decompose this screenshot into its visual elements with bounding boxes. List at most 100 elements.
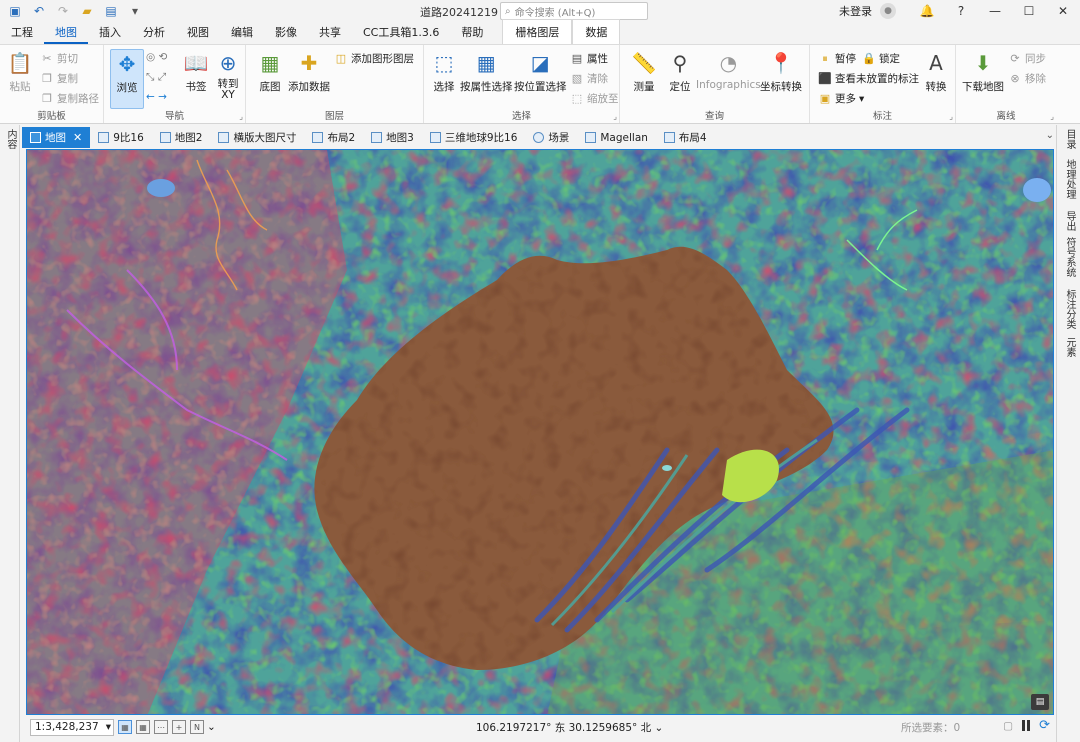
select-button[interactable]: ⬚ 选择	[430, 49, 458, 94]
open-folder-icon[interactable]: ▰	[76, 1, 98, 21]
chevron-down-icon[interactable]: ⌄	[654, 722, 663, 734]
unplaced-label-icon: ⬛	[818, 72, 832, 85]
bookmarks-button[interactable]: 📖 书签	[182, 49, 210, 94]
sign-in-status[interactable]: 未登录	[839, 3, 872, 19]
avatar[interactable]: ●	[880, 3, 896, 19]
north-arrow-icon[interactable]: N	[190, 720, 204, 734]
remove-button[interactable]: ⊗ 移除	[1008, 71, 1046, 86]
map-units-icon[interactable]: ▦	[118, 720, 132, 734]
coordinate-icon: 📍	[768, 51, 794, 75]
select-by-attributes-button[interactable]: ▦ 按属性选择	[460, 49, 513, 94]
add-data-button[interactable]: ✚ 添加数据	[288, 49, 330, 94]
scale-selector[interactable]: 1:3,428,237 ▾	[30, 718, 114, 736]
more-labeling-button[interactable]: ▣ 更多 ▾	[818, 91, 864, 106]
explore-button[interactable]: ✥ 浏览	[110, 49, 144, 109]
close-button[interactable]: ✕	[1046, 0, 1080, 22]
contents-pane-collapsed[interactable]: 内容	[0, 125, 20, 742]
previous-extent-icon[interactable]: ← →	[146, 91, 167, 103]
refresh-icon[interactable]: ⟳	[1039, 718, 1050, 733]
attributes-button[interactable]: ▤ 属性	[570, 51, 608, 66]
tab-magellan[interactable]: Magellan	[577, 127, 656, 148]
menu-project[interactable]: 工程	[0, 24, 44, 44]
coordinate-conversion-button[interactable]: 📍 坐标转换	[760, 49, 802, 94]
menu-share[interactable]: 共享	[308, 24, 352, 44]
dialog-launcher-icon[interactable]: ⌟	[613, 112, 617, 121]
menu-imagery[interactable]: 影像	[264, 24, 308, 44]
tab-landscape-size[interactable]: 横版大图尺寸	[210, 127, 304, 148]
menu-view[interactable]: 视图	[176, 24, 220, 44]
inquiry-group: 📏 测量 ⚲ 定位 ◔ Infographics 📍 坐标转换 查询	[620, 45, 810, 123]
tab-layout4[interactable]: 布局4	[656, 127, 715, 148]
tab-9x16[interactable]: 9比16	[90, 127, 152, 148]
undo-icon[interactable]: ↶	[28, 1, 50, 21]
full-extent-icon[interactable]: ◎ ⟲	[146, 51, 167, 63]
zoom-to-button[interactable]: ⬚ 缩放至	[570, 91, 619, 106]
menu-raster-layer[interactable]: 栅格图层	[502, 19, 573, 44]
tab-layout2[interactable]: 布局2	[304, 127, 363, 148]
pause-labels-button[interactable]: ⏸ 暂停	[818, 51, 856, 66]
save-icon[interactable]: ▤	[100, 1, 122, 21]
chevron-down-icon: ▾	[105, 721, 111, 733]
maximize-button[interactable]: ☐	[1012, 0, 1046, 22]
tab-map[interactable]: 地图 ✕	[22, 127, 91, 148]
binoculars-icon: ⚲	[672, 51, 688, 75]
clear-button[interactable]: ▧ 清除	[570, 71, 608, 86]
paste-button[interactable]: 📋 粘贴	[6, 49, 34, 94]
copy-button[interactable]: ❐ 复制	[40, 71, 78, 86]
menu-edit[interactable]: 编辑	[220, 24, 264, 44]
dialog-launcher-icon[interactable]: ⌟	[949, 112, 953, 121]
menu-data[interactable]: 数据	[572, 19, 621, 44]
add-graphics-layer-button[interactable]: ◫ 添加图形图层	[334, 51, 414, 66]
download-map-button[interactable]: ⬇ 下载地图	[962, 49, 1004, 94]
customize-dropdown-icon[interactable]: ▾	[124, 1, 146, 21]
pause-drawing-button[interactable]	[1019, 719, 1033, 733]
map-view[interactable]: ▤	[26, 149, 1054, 715]
export-pane-tab[interactable]: 导出	[1062, 211, 1077, 231]
tabs-overflow-icon[interactable]: ⌄	[1046, 130, 1054, 141]
convert-labels-button[interactable]: A 转换	[922, 49, 950, 94]
fixed-zoom-icon[interactable]: ⤡ ⤢	[146, 71, 166, 84]
label-class-pane-tab[interactable]: 标注分类	[1062, 289, 1077, 329]
symbology-pane-tab[interactable]: 符号系统	[1062, 237, 1077, 277]
geologic-map-canvas[interactable]	[27, 150, 1054, 715]
grid-icon[interactable]: ▦	[136, 720, 150, 734]
select-by-location-button[interactable]: ◪ 按位置选择	[514, 49, 567, 94]
tab-map2[interactable]: 地图2	[152, 127, 211, 148]
help-icon[interactable]: ?	[944, 0, 978, 22]
geoprocessing-pane-tab[interactable]: 地理处理	[1062, 159, 1077, 199]
snapping-icon[interactable]: ⋯	[154, 720, 168, 734]
locate-button[interactable]: ⚲ 定位	[666, 49, 694, 94]
tab-scene[interactable]: 场景	[525, 127, 577, 148]
element-pane-tab[interactable]: 元素	[1062, 337, 1077, 357]
refresh-selection-icon[interactable]: ▢	[1003, 720, 1013, 732]
notification-icon[interactable]: 🔔	[910, 0, 944, 22]
sync-button[interactable]: ⟳ 同步	[1008, 51, 1046, 66]
crosshair-icon[interactable]: +	[172, 720, 186, 734]
dialog-launcher-icon[interactable]: ⌟	[1050, 112, 1054, 121]
map-notification-icon[interactable]: ▤	[1031, 694, 1049, 710]
cut-button[interactable]: ✂ 剪切	[40, 51, 78, 66]
chevron-down-icon[interactable]: ⌄	[207, 721, 216, 733]
view-unplaced-button[interactable]: ⬛ 查看未放置的标注	[818, 71, 919, 86]
menu-analysis[interactable]: 分析	[132, 24, 176, 44]
menu-map[interactable]: 地图	[44, 24, 88, 44]
measure-button[interactable]: 📏 测量	[630, 49, 658, 94]
dialog-launcher-icon[interactable]: ⌟	[239, 112, 243, 121]
tab-map3[interactable]: 地图3	[363, 127, 422, 148]
copy-path-button[interactable]: ❐ 复制路径	[40, 91, 99, 106]
close-icon[interactable]: ✕	[73, 131, 82, 144]
catalog-pane-tab[interactable]: 目录	[1062, 129, 1077, 149]
goto-xy-button[interactable]: ⊕ 转到 XY	[214, 49, 242, 101]
lock-labels-button[interactable]: 🔒 锁定	[862, 51, 900, 66]
contents-label[interactable]: 内容	[3, 129, 18, 149]
menu-insert[interactable]: 插入	[88, 24, 132, 44]
tab-3d-globe[interactable]: 三维地球9比16	[422, 127, 526, 148]
redo-icon[interactable]: ↷	[52, 1, 74, 21]
infographics-button[interactable]: ◔ Infographics	[696, 49, 761, 91]
basemap-button[interactable]: ▦ 底图	[256, 49, 284, 94]
minimize-button[interactable]: —	[978, 0, 1012, 22]
menu-cc-toolbox[interactable]: CC工具箱1.3.6	[352, 24, 450, 44]
command-search-input[interactable]: ⌕ 命令搜索 (Alt+Q)	[500, 2, 648, 20]
menu-help[interactable]: 帮助	[450, 24, 494, 44]
chevron-down-icon: ▾	[859, 92, 865, 105]
